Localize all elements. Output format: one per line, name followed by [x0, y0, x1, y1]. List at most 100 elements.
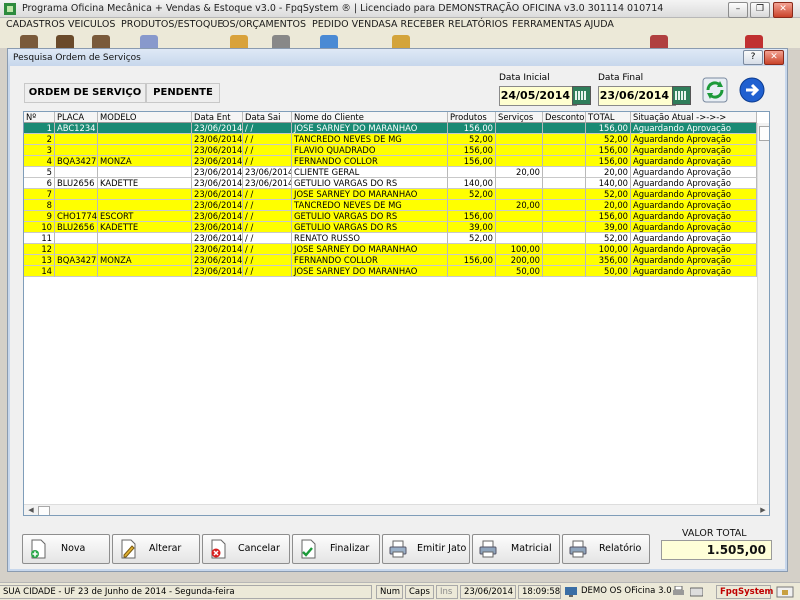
- window-titlebar: Programa Oficina Mecânica + Vendas & Est…: [0, 0, 800, 18]
- close-dialog-button[interactable]: ✕: [764, 50, 784, 65]
- cell-desconto: [543, 156, 586, 167]
- orders-grid[interactable]: Nº PLACA MODELO Data Ent Data Sai Nome do Cli…: [23, 111, 770, 516]
- employee-icon[interactable]: [92, 35, 110, 48]
- column-header-placa[interactable]: PLACA: [55, 112, 98, 123]
- cell-modelo: MONZA: [98, 156, 192, 167]
- cell-num: 2: [24, 134, 55, 145]
- close-window-button[interactable]: ✕: [773, 2, 793, 18]
- table-row[interactable]: 3 23/06/2014 / / FLAVIO QUADRADO 156,00 156,…: [24, 145, 757, 156]
- cell-total: 52,00: [586, 233, 631, 244]
- table-row[interactable]: 8 23/06/2014 / / TANCREDO NEVES DE MG 20,00…: [24, 200, 757, 211]
- vertical-scrollbar[interactable]: [757, 123, 769, 504]
- column-header-data-sai[interactable]: Data Sai: [243, 112, 292, 123]
- nova-button[interactable]: Nova: [22, 534, 110, 564]
- menu-pedido-vendas[interactable]: PEDIDO VENDAS: [312, 19, 391, 30]
- cell-data-sai: / /: [243, 211, 292, 222]
- cell-situacao: Aguardando Aprovação: [631, 244, 757, 255]
- maximize-button[interactable]: ❐: [750, 2, 770, 18]
- cancelar-button[interactable]: Cancelar: [202, 534, 290, 564]
- column-header-data-ent[interactable]: Data Ent: [192, 112, 243, 123]
- tab-pendente[interactable]: PENDENTE: [146, 83, 220, 103]
- table-row[interactable]: 13 BQA3427 MONZA 23/06/2014 / / FERNANDO COL…: [24, 255, 757, 266]
- total-value: 1.505,00: [661, 540, 772, 560]
- column-header-desconto[interactable]: Desconto: [543, 112, 586, 123]
- column-header-produtos[interactable]: Produtos: [448, 112, 496, 123]
- menu-ferramentas[interactable]: FERRAMENTAS: [512, 19, 582, 30]
- printer-status-icon: [673, 586, 684, 595]
- cell-situacao: Aguardando Aprovação: [631, 156, 757, 167]
- cell-num: 3: [24, 145, 55, 156]
- table-row[interactable]: 14 23/06/2014 / / JOSE SARNEY DO MARANHAO 5…: [24, 266, 757, 277]
- cell-placa: [55, 266, 98, 277]
- cell-cliente: GETULIO VARGAS DO RS: [292, 211, 448, 222]
- table-row[interactable]: 7 23/06/2014 / / JOSE SARNEY DO MARANHAO 52…: [24, 189, 757, 200]
- minimize-button[interactable]: –: [728, 2, 748, 18]
- tire-icon[interactable]: [272, 35, 290, 48]
- emitir-jato-button[interactable]: Emitir Jato: [382, 534, 470, 564]
- column-header-modelo[interactable]: MODELO: [98, 112, 192, 123]
- exit-icon[interactable]: [745, 35, 763, 48]
- cell-cliente: FLAVIO QUADRADO: [292, 145, 448, 156]
- money-icon[interactable]: [392, 35, 410, 48]
- box-icon[interactable]: [230, 35, 248, 48]
- column-header-num[interactable]: Nº: [24, 112, 55, 123]
- menu-cadastros[interactable]: CADASTROS: [6, 19, 65, 30]
- horizontal-scrollbar[interactable]: ◀ ▶: [24, 504, 769, 515]
- cell-placa: BLU2656: [55, 222, 98, 233]
- menu-ajuda[interactable]: AJUDA: [584, 19, 614, 30]
- cell-modelo: KADETTE: [98, 178, 192, 189]
- cell-num: 4: [24, 156, 55, 167]
- tab-ordem-de-servico[interactable]: ORDEM DE SERVIÇO: [24, 83, 146, 103]
- cell-modelo: [98, 266, 192, 277]
- user-icon[interactable]: [56, 35, 74, 48]
- client-icon[interactable]: [20, 35, 38, 48]
- column-header-situacao[interactable]: Situação Atual ->->->: [631, 112, 757, 123]
- menu-os-orcamentos[interactable]: OS/ORÇAMENTOS: [222, 19, 306, 30]
- cell-placa: [55, 200, 98, 211]
- finalizar-button[interactable]: Finalizar: [292, 534, 380, 564]
- menu-produtos-estoque[interactable]: PRODUTOS/ESTOQUE: [121, 19, 223, 30]
- column-header-servicos[interactable]: Serviços: [496, 112, 543, 123]
- relatorio-button[interactable]: Relatório: [562, 534, 650, 564]
- cell-placa: ABC1234: [55, 123, 98, 134]
- cell-produtos: 156,00: [448, 255, 496, 266]
- menu-a-receber[interactable]: A RECEBER: [391, 19, 445, 30]
- alterar-button[interactable]: Alterar: [112, 534, 200, 564]
- table-row[interactable]: 1 ABC1234 23/06/2014 / / JOSE SARNEY DO MAR…: [24, 123, 757, 134]
- refresh-icon[interactable]: [702, 77, 728, 103]
- menu-relatorios[interactable]: RELATÓRIOS: [448, 19, 508, 30]
- table-row[interactable]: 11 23/06/2014 / / RENATO RUSSO 52,00 52,00 Ag…: [24, 233, 757, 244]
- menu-veiculos[interactable]: VEICULOS: [68, 19, 115, 30]
- barcode-icon[interactable]: [140, 35, 158, 48]
- scroll-left-icon[interactable]: ◀: [25, 505, 37, 515]
- date-end-field[interactable]: 23/06/2014: [598, 86, 676, 106]
- cell-data-ent: 23/06/2014: [192, 156, 243, 167]
- table-row[interactable]: 10 BLU2656 KADETTE 23/06/2014 / / GETULIO VA…: [24, 222, 757, 233]
- help-button[interactable]: ?: [743, 50, 763, 65]
- date-start-field[interactable]: 24/05/2014: [499, 86, 577, 106]
- tools-icon[interactable]: [650, 35, 668, 48]
- cell-data-ent: 23/06/2014: [192, 134, 243, 145]
- cell-desconto: [543, 123, 586, 134]
- table-row[interactable]: 5 23/06/2014 23/06/2014 CLIENTE GERAL 20,00 2…: [24, 167, 757, 178]
- cell-placa: [55, 189, 98, 200]
- clipboard-icon[interactable]: [320, 35, 338, 48]
- table-row[interactable]: 2 23/06/2014 / / TANCREDO NEVES DE MG 52,00…: [24, 134, 757, 145]
- cell-desconto: [543, 189, 586, 200]
- cell-placa: [55, 145, 98, 156]
- column-header-total[interactable]: TOTAL: [586, 112, 631, 123]
- matricial-button[interactable]: Matricial: [472, 534, 560, 564]
- table-row[interactable]: 6 BLU2656 KADETTE 23/06/2014 23/06/2014 GETUL…: [24, 178, 757, 189]
- table-row[interactable]: 9 CHO1774 ESCORT 23/06/2014 / / GETULIO VARG…: [24, 211, 757, 222]
- table-row[interactable]: 4 BQA3427 MONZA 23/06/2014 / / FERNANDO COLL…: [24, 156, 757, 167]
- column-header-cliente[interactable]: Nome do Cliente: [292, 112, 448, 123]
- status-version: DEMO OS OFicina 3.0: [578, 585, 672, 599]
- calendar-start-icon[interactable]: [572, 86, 591, 105]
- scroll-right-icon[interactable]: ▶: [757, 505, 769, 515]
- arrow-right-icon[interactable]: [739, 77, 765, 103]
- table-row[interactable]: 12 23/06/2014 / / JOSE SARNEY DO MARANHAO 1…: [24, 244, 757, 255]
- calendar-end-icon[interactable]: [672, 86, 691, 105]
- cell-data-ent: 23/06/2014: [192, 211, 243, 222]
- cell-cliente: TANCREDO NEVES DE MG: [292, 200, 448, 211]
- cell-total: 52,00: [586, 189, 631, 200]
